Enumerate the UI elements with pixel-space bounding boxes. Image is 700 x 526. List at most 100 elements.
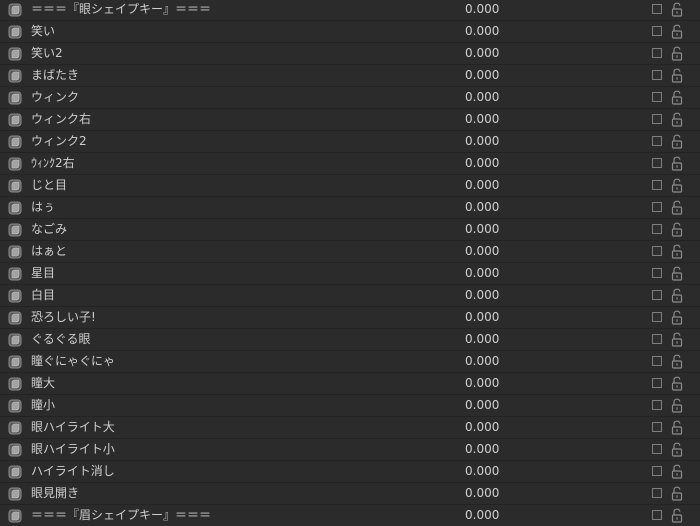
shape-key-value[interactable]: 0.000	[465, 505, 499, 526]
shape-key-value[interactable]: 0.000	[465, 351, 499, 372]
shape-key-checkbox[interactable]	[652, 466, 662, 476]
shape-key-checkbox[interactable]	[652, 246, 662, 256]
shape-key-name[interactable]: ウィンク	[31, 87, 79, 108]
unlocked-padlock-icon[interactable]	[671, 464, 683, 479]
shape-key-row[interactable]: はぅ 0.000	[0, 197, 700, 219]
shape-key-value[interactable]: 0.000	[465, 373, 499, 394]
unlocked-padlock-icon[interactable]	[671, 178, 683, 193]
unlocked-padlock-icon[interactable]	[671, 24, 683, 39]
shape-key-checkbox[interactable]	[652, 488, 662, 498]
unlocked-padlock-icon[interactable]	[671, 112, 683, 127]
shape-key-list[interactable]: ＝＝＝『眼シェイプキー』＝＝＝ 0.000 笑い 0.000 笑い2 0.000 まばたき 0…	[0, 0, 700, 526]
shape-key-value[interactable]: 0.000	[465, 21, 499, 42]
unlocked-padlock-icon[interactable]	[671, 46, 683, 61]
unlocked-padlock-icon[interactable]	[671, 332, 683, 347]
shape-key-checkbox[interactable]	[652, 48, 662, 58]
shape-key-row[interactable]: 笑い2 0.000	[0, 43, 700, 65]
unlocked-padlock-icon[interactable]	[671, 442, 683, 457]
shape-key-value[interactable]: 0.000	[465, 439, 499, 460]
unlocked-padlock-icon[interactable]	[671, 376, 683, 391]
shape-key-checkbox[interactable]	[652, 202, 662, 212]
shape-key-checkbox[interactable]	[652, 70, 662, 80]
shape-key-value[interactable]: 0.000	[465, 131, 499, 152]
unlocked-padlock-icon[interactable]	[671, 420, 683, 435]
shape-key-checkbox[interactable]	[652, 26, 662, 36]
shape-key-value[interactable]: 0.000	[465, 175, 499, 196]
shape-key-value[interactable]: 0.000	[465, 197, 499, 218]
shape-key-row[interactable]: じと目 0.000	[0, 175, 700, 197]
shape-key-checkbox[interactable]	[652, 180, 662, 190]
shape-key-row[interactable]: 瞳大 0.000	[0, 373, 700, 395]
unlocked-padlock-icon[interactable]	[671, 90, 683, 105]
shape-key-row[interactable]: はぁと 0.000	[0, 241, 700, 263]
shape-key-value[interactable]: 0.000	[465, 43, 499, 64]
shape-key-name[interactable]: ハイライト消し	[31, 461, 115, 482]
shape-key-checkbox[interactable]	[652, 378, 662, 388]
shape-key-value[interactable]: 0.000	[465, 329, 499, 350]
shape-key-value[interactable]: 0.000	[465, 395, 499, 416]
shape-key-row[interactable]: ｳｨﾝｸ2右 0.000	[0, 153, 700, 175]
shape-key-checkbox[interactable]	[652, 312, 662, 322]
shape-key-row[interactable]: 白目 0.000	[0, 285, 700, 307]
shape-key-name[interactable]: はぅ	[31, 197, 55, 218]
unlocked-padlock-icon[interactable]	[671, 398, 683, 413]
unlocked-padlock-icon[interactable]	[671, 244, 683, 259]
unlocked-padlock-icon[interactable]	[671, 486, 683, 501]
shape-key-row[interactable]: ハイライト消し 0.000	[0, 461, 700, 483]
unlocked-padlock-icon[interactable]	[671, 200, 683, 215]
shape-key-value[interactable]: 0.000	[465, 219, 499, 240]
shape-key-checkbox[interactable]	[652, 510, 662, 520]
shape-key-name[interactable]: ＝＝＝『眼シェイプキー』＝＝＝	[31, 0, 211, 20]
shape-key-checkbox[interactable]	[652, 334, 662, 344]
unlocked-padlock-icon[interactable]	[671, 310, 683, 325]
shape-key-name[interactable]: ｳｨﾝｸ2右	[31, 153, 75, 174]
shape-key-value[interactable]: 0.000	[465, 307, 499, 328]
shape-key-name[interactable]: 眼ハイライト小	[31, 439, 115, 460]
shape-key-value[interactable]: 0.000	[465, 153, 499, 174]
shape-key-row[interactable]: 笑い 0.000	[0, 21, 700, 43]
shape-key-row[interactable]: 眼見開き 0.000	[0, 483, 700, 505]
shape-key-row[interactable]: まばたき 0.000	[0, 65, 700, 87]
shape-key-checkbox[interactable]	[652, 224, 662, 234]
shape-key-name[interactable]: 星目	[31, 263, 55, 284]
unlocked-padlock-icon[interactable]	[671, 266, 683, 281]
shape-key-name[interactable]: 瞳ぐにゃぐにゃ	[31, 351, 115, 372]
shape-key-value[interactable]: 0.000	[465, 461, 499, 482]
unlocked-padlock-icon[interactable]	[671, 354, 683, 369]
shape-key-checkbox[interactable]	[652, 400, 662, 410]
shape-key-checkbox[interactable]	[652, 356, 662, 366]
unlocked-padlock-icon[interactable]	[671, 134, 683, 149]
shape-key-name[interactable]: 白目	[31, 285, 55, 306]
shape-key-row[interactable]: ぐるぐる眼 0.000	[0, 329, 700, 351]
shape-key-name[interactable]: 瞳大	[31, 373, 55, 394]
shape-key-value[interactable]: 0.000	[465, 65, 499, 86]
shape-key-value[interactable]: 0.000	[465, 87, 499, 108]
shape-key-row[interactable]: 眼ハイライト小 0.000	[0, 439, 700, 461]
shape-key-name[interactable]: じと目	[31, 175, 67, 196]
shape-key-row[interactable]: ＝＝＝『眼シェイプキー』＝＝＝ 0.000	[0, 0, 700, 21]
shape-key-row[interactable]: 瞳小 0.000	[0, 395, 700, 417]
shape-key-name[interactable]: ウィンク2	[31, 131, 87, 152]
shape-key-value[interactable]: 0.000	[465, 109, 499, 130]
shape-key-value[interactable]: 0.000	[465, 241, 499, 262]
unlocked-padlock-icon[interactable]	[671, 156, 683, 171]
shape-key-checkbox[interactable]	[652, 268, 662, 278]
shape-key-row[interactable]: 恐ろしい子! 0.000	[0, 307, 700, 329]
shape-key-value[interactable]: 0.000	[465, 285, 499, 306]
shape-key-checkbox[interactable]	[652, 158, 662, 168]
shape-key-row[interactable]: ウィンク 0.000	[0, 87, 700, 109]
shape-key-name[interactable]: ウィンク右	[31, 109, 91, 130]
shape-key-row[interactable]: 眼ハイライト大 0.000	[0, 417, 700, 439]
shape-key-value[interactable]: 0.000	[465, 263, 499, 284]
shape-key-name[interactable]: 笑い2	[31, 43, 63, 64]
shape-key-checkbox[interactable]	[652, 422, 662, 432]
shape-key-row[interactable]: 瞳ぐにゃぐにゃ 0.000	[0, 351, 700, 373]
shape-key-checkbox[interactable]	[652, 114, 662, 124]
shape-key-name[interactable]: 眼ハイライト大	[31, 417, 115, 438]
shape-key-name[interactable]: 瞳小	[31, 395, 55, 416]
shape-key-checkbox[interactable]	[652, 92, 662, 102]
unlocked-padlock-icon[interactable]	[671, 68, 683, 83]
unlocked-padlock-icon[interactable]	[671, 222, 683, 237]
shape-key-name[interactable]: まばたき	[31, 65, 79, 86]
shape-key-checkbox[interactable]	[652, 444, 662, 454]
